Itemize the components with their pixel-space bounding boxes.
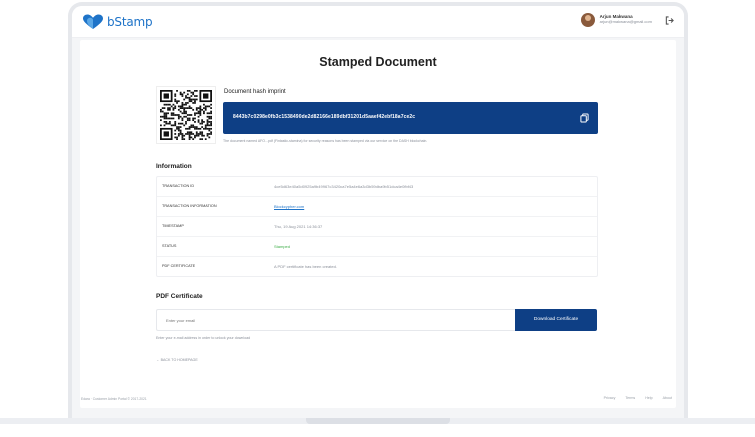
stage: bStamp Arjun Makwana arjun@makwana@gmail…: [0, 0, 755, 437]
row-key: TRANSACTION ID: [162, 184, 195, 188]
user-menu[interactable]: Arjun Makwana arjun@makwana@gmail.com: [580, 13, 674, 27]
pdf-certificate-title: PDF Certificate: [156, 293, 203, 300]
footer-copyright: Edara · Customer Admin Portal © 2017-202…: [81, 397, 147, 401]
row-key: STATUS: [162, 244, 177, 248]
table-row: TIMESTAMP Thu, 19 Aug 2021 14:36:37: [157, 217, 597, 237]
row-key: PDF CERTIFICATE: [162, 264, 196, 268]
hash-label: Document hash imprint: [224, 89, 286, 95]
email-hint: Enter your e-mail address in order to un…: [156, 336, 251, 340]
page-title: Stamped Document: [319, 55, 437, 69]
footer-link-terms[interactable]: Terms: [625, 396, 635, 400]
hash-note: The document named AFO...pdf (Fintastic-…: [223, 139, 428, 143]
avatar[interactable]: [580, 13, 595, 27]
hash-bar: 8443b7c0298e0fb3c1538490de2d82166e189dbf…: [223, 102, 598, 134]
footer-link-privacy[interactable]: Privacy: [604, 396, 616, 400]
status-badge: Stamped: [274, 244, 291, 249]
information-table: TRANSACTION ID 4ce5d63e40a5d0925a9b49967…: [156, 176, 598, 277]
transaction-info-link[interactable]: Blockcypher.com: [274, 204, 304, 209]
qr-code-graphic: [160, 90, 212, 140]
top-navbar: bStamp Arjun Makwana arjun@makwana@gmail…: [72, 6, 684, 38]
table-row: TRANSACTION INFORMATION Blockcypher.com: [157, 197, 597, 217]
timestamp-value: Thu, 19 Aug 2021 14:36:37: [274, 224, 323, 229]
content-card: Stamped Document Document hash imprint 8…: [80, 40, 676, 408]
footer-link-help[interactable]: Help: [645, 396, 652, 400]
copy-icon[interactable]: [580, 113, 589, 123]
hash-value: 8443b7c0298e0fb3c1538490de2d82166e189dbf…: [233, 114, 416, 120]
pdf-certificate-value: A PDF certificate has been created.: [274, 264, 337, 269]
table-row: PDF CERTIFICATE A PDF certificate has be…: [157, 257, 597, 277]
qr-code: [156, 86, 216, 144]
row-key: TRANSACTION INFORMATION: [162, 204, 217, 208]
logo-text: bStamp: [107, 15, 153, 29]
app-screen: bStamp Arjun Makwana arjun@makwana@gmail…: [72, 6, 684, 418]
logout-icon[interactable]: [665, 15, 674, 25]
user-info: Arjun Makwana arjun@makwana@gmail.com: [599, 14, 652, 25]
footer-link-about[interactable]: About: [663, 396, 672, 400]
email-field[interactable]: [156, 309, 515, 331]
information-title: Information: [156, 163, 192, 170]
row-key: TIMESTAMP: [162, 224, 184, 228]
laptop-frame: bStamp Arjun Makwana arjun@makwana@gmail…: [68, 2, 688, 418]
table-row: TRANSACTION ID 4ce5d63e40a5d0925a9b49967…: [157, 177, 597, 197]
download-certificate-button[interactable]: Download Certificate: [515, 309, 597, 331]
transaction-id-value: 4ce5d63e40a5d0925a9b49967c3420ca7e5a4e6a…: [274, 184, 414, 189]
back-to-homepage-link[interactable]: ← BACK TO HOMEPAGE: [156, 358, 198, 362]
table-row: STATUS Stamped: [157, 237, 597, 257]
heart-logo-icon: [83, 14, 103, 29]
hash-block: Document hash imprint 8443b7c0298e0fb3c1…: [156, 86, 599, 148]
user-email: arjun@makwana@gmail.com: [599, 19, 652, 25]
app-logo[interactable]: bStamp: [82, 14, 153, 30]
footer-links: Privacy Terms Help About: [604, 396, 672, 400]
laptop-notch: [306, 418, 450, 424]
